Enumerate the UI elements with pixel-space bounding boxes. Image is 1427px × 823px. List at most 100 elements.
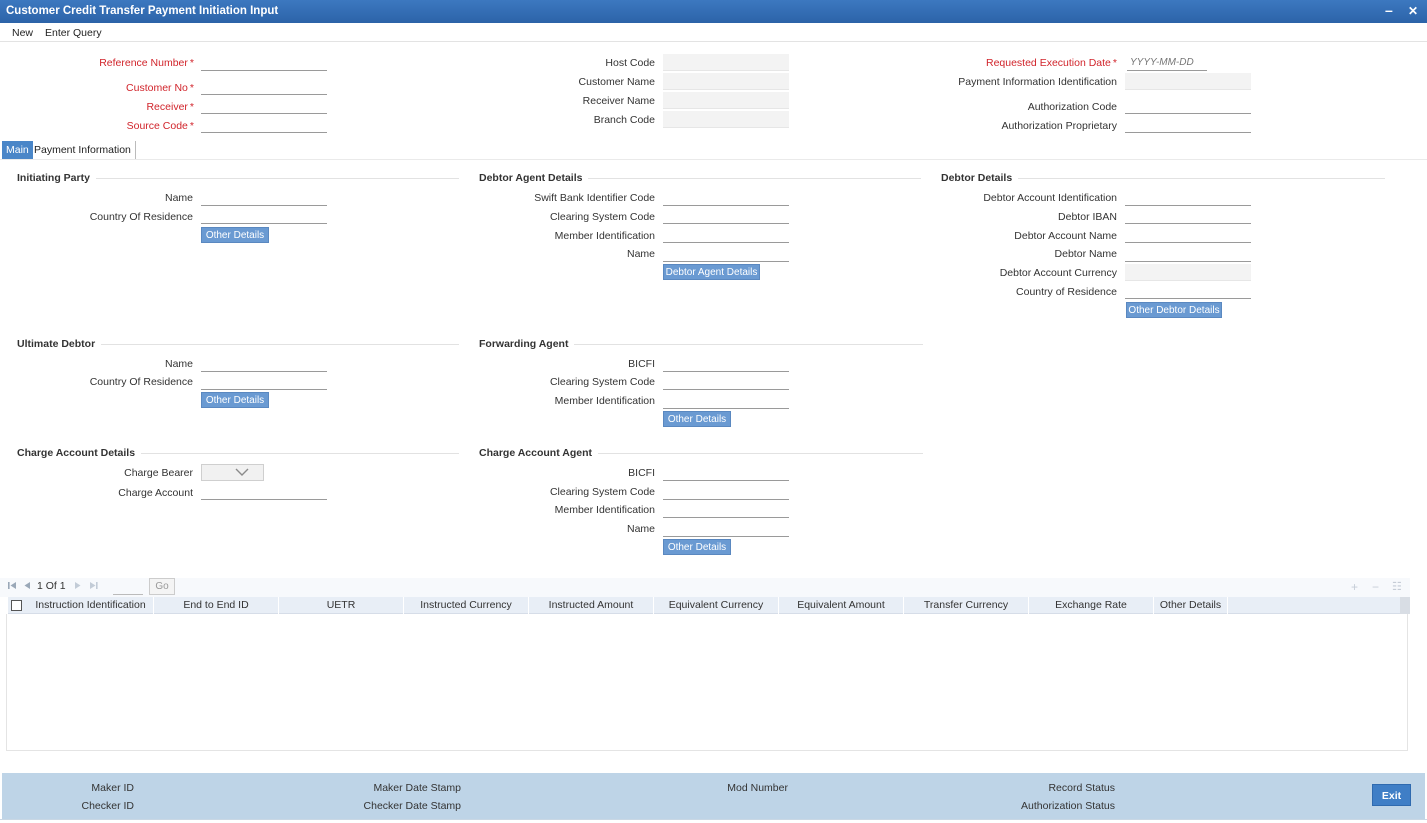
charge-account-input[interactable] <box>201 483 327 500</box>
column-end-to-end-id[interactable]: End to End ID <box>154 597 279 614</box>
charge-account-agent-title: Charge Account Agent <box>479 447 598 459</box>
chevron-down-icon <box>235 467 249 480</box>
add-row-icon[interactable]: + <box>1351 580 1358 594</box>
close-icon[interactable]: ✕ <box>1408 4 1418 18</box>
authorization-code-label: Authorization Code <box>1027 101 1117 113</box>
ultimate-debtor-country-input[interactable] <box>201 373 327 390</box>
forwarding-agent-other-details-button[interactable]: Other Details <box>663 411 731 427</box>
charge-account-label: Charge Account <box>118 487 193 499</box>
column-equivalent-amount[interactable]: Equivalent Amount <box>779 597 904 614</box>
authorization-status-label: Authorization Status <box>1021 800 1115 812</box>
column-exchange-rate[interactable]: Exchange Rate <box>1029 597 1154 614</box>
payment-information-identification-field <box>1125 73 1251 90</box>
host-code-field <box>663 54 789 71</box>
grid-toolbar: 1 Of 1 Go + − ☷ <box>0 578 1410 597</box>
reference-number-input[interactable] <box>201 54 327 71</box>
mod-number-label: Mod Number <box>727 782 788 794</box>
initiating-party-name-input[interactable] <box>201 189 327 206</box>
charge-agent-member-input[interactable] <box>663 501 789 518</box>
column-transfer-currency[interactable]: Transfer Currency <box>904 597 1029 614</box>
checker-id-label: Checker ID <box>81 800 134 812</box>
go-button[interactable]: Go <box>149 578 175 595</box>
debtor-details-title: Debtor Details <box>941 172 1019 184</box>
charge-bearer-label: Charge Bearer <box>124 467 193 479</box>
menu-enter-query[interactable]: Enter Query <box>45 27 102 39</box>
customer-no-label: Customer No * <box>126 82 194 94</box>
initiating-party-name-label: Name <box>164 192 193 204</box>
debtor-agent-clearing-input[interactable] <box>663 207 789 224</box>
first-page-icon[interactable] <box>8 581 17 593</box>
ultimate-debtor-other-details-button[interactable]: Other Details <box>201 392 269 408</box>
payment-information-identification-label: Payment Information Identification <box>958 76 1117 88</box>
previous-page-icon[interactable] <box>23 581 31 593</box>
select-all-checkbox[interactable] <box>11 600 22 611</box>
debtor-name-label: Debtor Name <box>1054 248 1117 260</box>
receiver-name-label: Receiver Name <box>582 95 655 107</box>
charge-agent-bicfi-input[interactable] <box>663 464 789 481</box>
charge-agent-bicfi-label: BICFI <box>628 467 655 479</box>
debtor-agent-name-input[interactable] <box>663 245 789 262</box>
menu-new[interactable]: New <box>12 27 33 39</box>
forwarding-agent-member-label: Member Identification <box>554 395 655 407</box>
debtor-account-id-label: Debtor Account Identification <box>983 192 1117 204</box>
charge-agent-clearing-input[interactable] <box>663 483 789 500</box>
requested-execution-date-input[interactable] <box>1127 54 1207 71</box>
column-uetr[interactable]: UETR <box>279 597 404 614</box>
charge-agent-clearing-label: Clearing System Code <box>549 486 655 498</box>
tab-payment-information[interactable]: Payment Information <box>30 141 136 159</box>
initiating-party-country-input[interactable] <box>201 207 327 224</box>
other-debtor-details-button[interactable]: Other Debtor Details <box>1126 302 1222 318</box>
tab-main[interactable]: Main <box>2 141 33 159</box>
charge-bearer-select[interactable] <box>201 464 264 481</box>
receiver-input[interactable] <box>201 97 327 114</box>
grid-header: Instruction Identification End to End ID… <box>8 597 1400 614</box>
last-page-icon[interactable] <box>89 581 98 593</box>
debtor-name-input[interactable] <box>1125 245 1251 262</box>
host-code-label: Host Code <box>605 57 655 69</box>
customer-no-input[interactable] <box>201 78 327 95</box>
column-equivalent-currency[interactable]: Equivalent Currency <box>654 597 779 614</box>
ultimate-debtor-country-label: Country Of Residence <box>89 376 193 388</box>
debtor-country-input[interactable] <box>1125 282 1251 299</box>
grid-body <box>6 614 1408 751</box>
initiating-party-other-details-button[interactable]: Other Details <box>201 227 269 243</box>
next-page-icon[interactable] <box>74 581 82 593</box>
ultimate-debtor-name-input[interactable] <box>201 355 327 372</box>
single-view-icon[interactable]: ☷ <box>1392 580 1402 593</box>
forwarding-agent-title: Forwarding Agent <box>479 338 575 350</box>
delete-row-icon[interactable]: − <box>1372 580 1379 594</box>
debtor-account-currency-field <box>1125 264 1251 281</box>
branch-code-label: Branch Code <box>593 114 655 126</box>
column-instructed-currency[interactable]: Instructed Currency <box>404 597 529 614</box>
debtor-account-name-input[interactable] <box>1125 226 1251 243</box>
bottom-border <box>0 819 1427 823</box>
debtor-agent-member-input[interactable] <box>663 226 789 243</box>
window-titlebar: Customer Credit Transfer Payment Initiat… <box>0 0 1427 23</box>
column-instructed-amount[interactable]: Instructed Amount <box>529 597 654 614</box>
source-code-input[interactable] <box>201 116 327 133</box>
column-instruction-identification[interactable]: Instruction Identification <box>28 597 154 614</box>
grid-scrollbar[interactable] <box>1400 597 1410 614</box>
charge-agent-other-details-button[interactable]: Other Details <box>663 539 731 555</box>
forwarding-agent-member-input[interactable] <box>663 392 789 409</box>
source-code-label: Source Code * <box>126 120 194 132</box>
debtor-agent-details-button[interactable]: Debtor Agent Details <box>663 264 760 280</box>
checker-date-stamp-label: Checker Date Stamp <box>363 800 461 812</box>
charge-account-details-title: Charge Account Details <box>17 447 142 459</box>
debtor-account-id-input[interactable] <box>1125 189 1251 206</box>
debtor-iban-input[interactable] <box>1125 207 1251 224</box>
page-number-input[interactable] <box>113 579 143 595</box>
receiver-label: Receiver * <box>146 101 194 113</box>
swift-bic-input[interactable] <box>663 189 789 206</box>
audit-footer: Maker ID Checker ID Maker Date Stamp Che… <box>2 773 1425 819</box>
authorization-proprietary-input[interactable] <box>1125 116 1251 133</box>
authorization-code-input[interactable] <box>1125 97 1251 114</box>
column-other-details[interactable]: Other Details <box>1154 597 1228 614</box>
record-status-label: Record Status <box>1048 782 1115 794</box>
charge-agent-name-input[interactable] <box>663 520 789 537</box>
minimize-icon[interactable]: – <box>1385 2 1393 18</box>
forwarding-agent-clearing-input[interactable] <box>663 373 789 390</box>
forwarding-agent-bicfi-input[interactable] <box>663 355 789 372</box>
exit-button[interactable]: Exit <box>1372 784 1411 806</box>
debtor-account-name-label: Debtor Account Name <box>1014 230 1117 242</box>
